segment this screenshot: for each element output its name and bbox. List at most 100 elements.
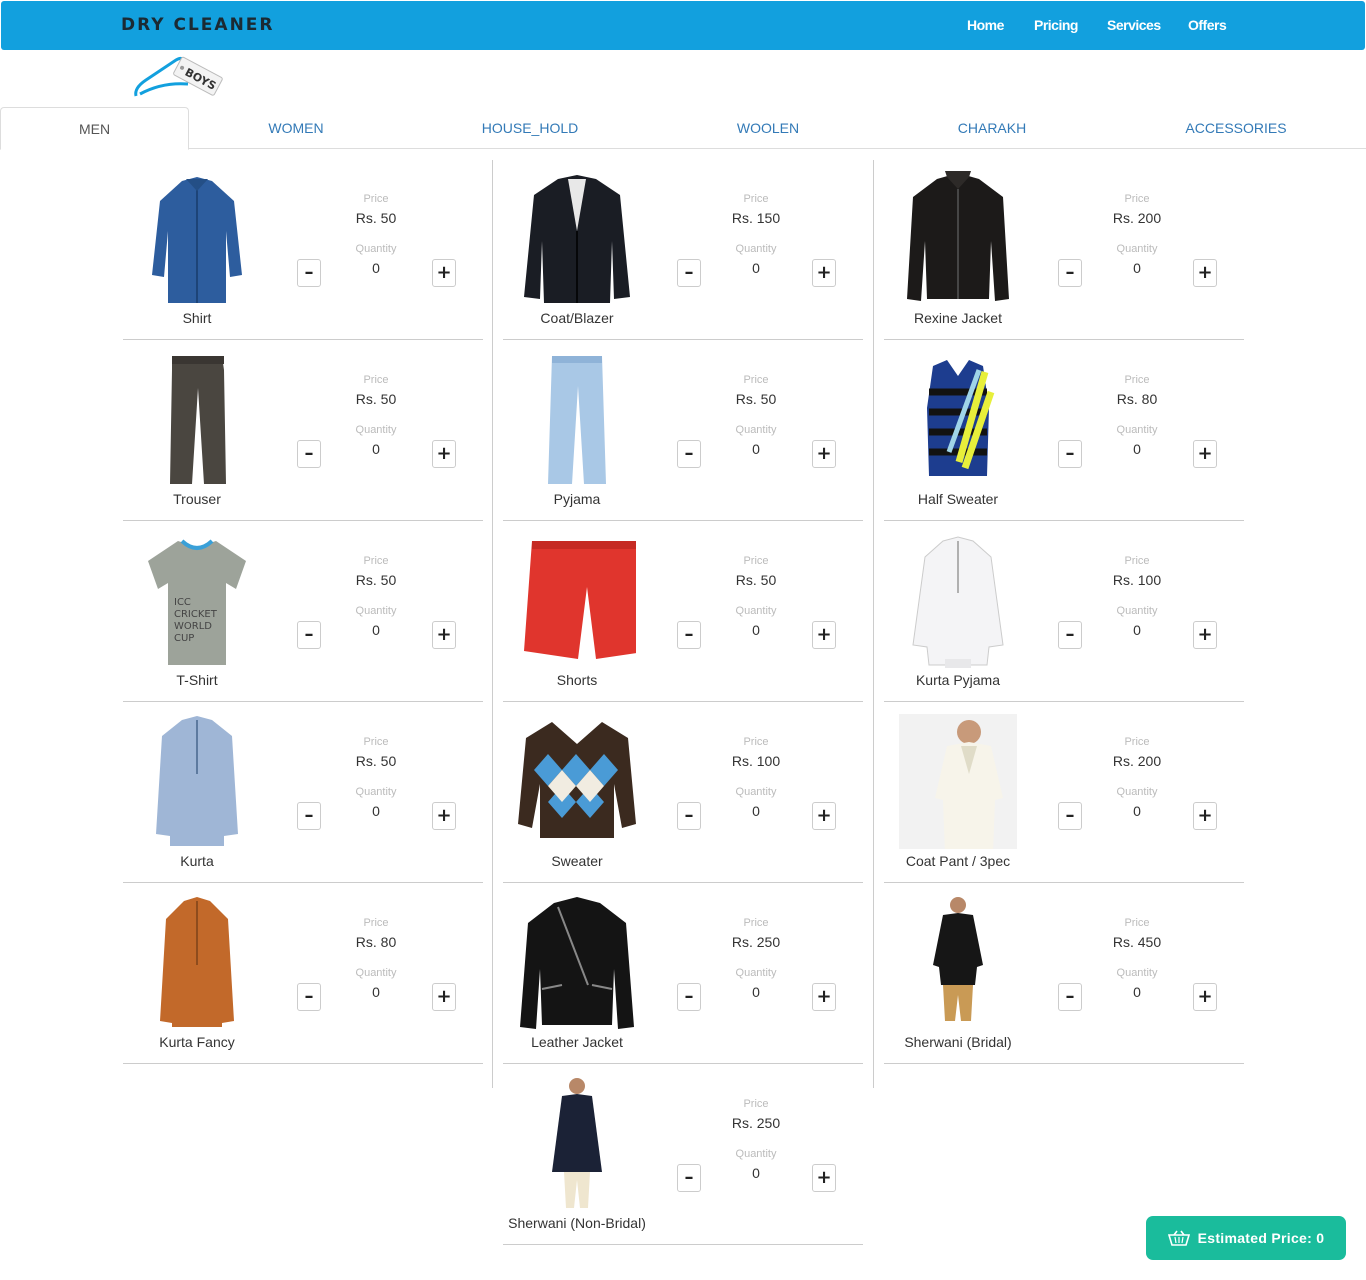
- decrease-quantity-button[interactable]: –: [677, 440, 701, 468]
- increase-quantity-button[interactable]: +: [1193, 259, 1217, 287]
- price-label: Price: [743, 193, 769, 205]
- item-image: [927, 360, 995, 476]
- top-navbar: Dry Cleaner Home Pricing Services Offers: [1, 1, 1365, 50]
- decrease-quantity-button[interactable]: –: [297, 440, 321, 468]
- plus-icon: +: [816, 805, 832, 826]
- tab-women[interactable]: WOMEN: [196, 107, 396, 149]
- increase-quantity-button[interactable]: +: [812, 983, 836, 1011]
- tab-charakh[interactable]: CHARAKH: [892, 107, 1092, 149]
- item-quantity: 0: [752, 622, 760, 638]
- decrease-quantity-button[interactable]: –: [297, 983, 321, 1011]
- minus-icon: –: [304, 624, 314, 645]
- svg-text:CUP: CUP: [174, 633, 194, 644]
- item-quantity: 0: [372, 260, 380, 276]
- decrease-quantity-button[interactable]: –: [677, 983, 701, 1011]
- item-name: Kurta: [180, 853, 214, 869]
- increase-quantity-button[interactable]: +: [432, 259, 456, 287]
- decrease-quantity-button[interactable]: –: [677, 621, 701, 649]
- decrease-quantity-button[interactable]: –: [297, 621, 321, 649]
- quantity-label: Quantity: [735, 243, 777, 255]
- increase-quantity-button[interactable]: +: [1193, 983, 1217, 1011]
- quantity-label: Quantity: [1116, 424, 1158, 436]
- column-divider: [492, 160, 493, 1088]
- quantity-label: Quantity: [355, 605, 397, 617]
- price-label: Price: [743, 1098, 769, 1110]
- price-label: Price: [1124, 555, 1150, 567]
- item-image: [912, 536, 1004, 668]
- decrease-quantity-button[interactable]: –: [297, 802, 321, 830]
- item-price: Rs. 50: [355, 210, 397, 226]
- item-price: Rs. 50: [355, 753, 397, 769]
- increase-quantity-button[interactable]: +: [812, 621, 836, 649]
- tab-men[interactable]: MEN: [0, 107, 189, 150]
- increase-quantity-button[interactable]: +: [432, 440, 456, 468]
- item-quantity: 0: [752, 984, 760, 1000]
- decrease-quantity-button[interactable]: –: [677, 1164, 701, 1192]
- price-label: Price: [1124, 736, 1150, 748]
- minus-icon: –: [304, 986, 314, 1007]
- decrease-quantity-button[interactable]: –: [1058, 983, 1082, 1011]
- item-name: Rexine Jacket: [914, 310, 1002, 326]
- estimated-price-button[interactable]: Estimated Price: 0: [1146, 1216, 1346, 1260]
- item-card: Kurta Pyjama Price Rs. 100 Quantity 0 – +: [884, 521, 1244, 702]
- item-quantity: 0: [1133, 441, 1141, 457]
- plus-icon: +: [1197, 624, 1213, 645]
- price-label: Price: [743, 555, 769, 567]
- brand-name[interactable]: Dry Cleaner: [121, 15, 275, 35]
- decrease-quantity-button[interactable]: –: [297, 259, 321, 287]
- nav-home[interactable]: Home: [967, 17, 1004, 33]
- increase-quantity-button[interactable]: +: [1193, 802, 1217, 830]
- increase-quantity-button[interactable]: +: [812, 802, 836, 830]
- item-name: Shirt: [182, 310, 212, 326]
- quantity-label: Quantity: [1116, 243, 1158, 255]
- svg-text:WORLD: WORLD: [174, 621, 212, 632]
- plus-icon: +: [1197, 986, 1213, 1007]
- increase-quantity-button[interactable]: +: [1193, 440, 1217, 468]
- item-price: Rs. 250: [731, 1115, 781, 1131]
- decrease-quantity-button[interactable]: –: [677, 802, 701, 830]
- increase-quantity-button[interactable]: +: [812, 1164, 836, 1192]
- price-label: Price: [1124, 917, 1150, 929]
- decrease-quantity-button[interactable]: –: [1058, 259, 1082, 287]
- minus-icon: –: [1065, 624, 1075, 645]
- item-price: Rs. 100: [1112, 572, 1162, 588]
- item-card: Shorts Price Rs. 50 Quantity 0 – +: [503, 521, 863, 702]
- item-name: Kurta Fancy: [159, 1034, 235, 1050]
- item-price: Rs. 50: [355, 572, 397, 588]
- decrease-quantity-button[interactable]: –: [1058, 621, 1082, 649]
- plus-icon: +: [436, 986, 452, 1007]
- increase-quantity-button[interactable]: +: [1193, 621, 1217, 649]
- nav-pricing[interactable]: Pricing: [1034, 17, 1078, 33]
- item-card: Coat Pant / 3pec Price Rs. 200 Quantity 0 – +: [884, 702, 1244, 883]
- item-image: [518, 722, 636, 838]
- item-price: Rs. 450: [1112, 934, 1162, 950]
- item-price: Rs. 50: [735, 572, 777, 588]
- decrease-quantity-button[interactable]: –: [1058, 802, 1082, 830]
- price-label: Price: [743, 736, 769, 748]
- item-card: Half Sweater Price Rs. 80 Quantity 0 – +: [884, 340, 1244, 521]
- tab-woolen[interactable]: WOOLEN: [668, 107, 868, 149]
- minus-icon: –: [304, 443, 314, 464]
- item-quantity: 0: [372, 803, 380, 819]
- quantity-label: Quantity: [355, 424, 397, 436]
- item-image: [524, 541, 636, 659]
- increase-quantity-button[interactable]: +: [812, 440, 836, 468]
- price-label: Price: [1124, 193, 1150, 205]
- minus-icon: –: [304, 262, 314, 283]
- item-image: [170, 356, 226, 484]
- nav-services[interactable]: Services: [1107, 17, 1161, 33]
- increase-quantity-button[interactable]: +: [432, 983, 456, 1011]
- decrease-quantity-button[interactable]: –: [1058, 440, 1082, 468]
- increase-quantity-button[interactable]: +: [432, 802, 456, 830]
- decrease-quantity-button[interactable]: –: [677, 259, 701, 287]
- increase-quantity-button[interactable]: +: [432, 621, 456, 649]
- tab-accessories[interactable]: ACCESSORIES: [1136, 107, 1336, 149]
- increase-quantity-button[interactable]: +: [812, 259, 836, 287]
- plus-icon: +: [816, 443, 832, 464]
- item-image: [520, 897, 634, 1029]
- tab-household[interactable]: HOUSE_HOLD: [430, 107, 630, 149]
- minus-icon: –: [1065, 986, 1075, 1007]
- nav-offers[interactable]: Offers: [1188, 17, 1227, 33]
- plus-icon: +: [816, 262, 832, 283]
- item-price: Rs. 250: [731, 934, 781, 950]
